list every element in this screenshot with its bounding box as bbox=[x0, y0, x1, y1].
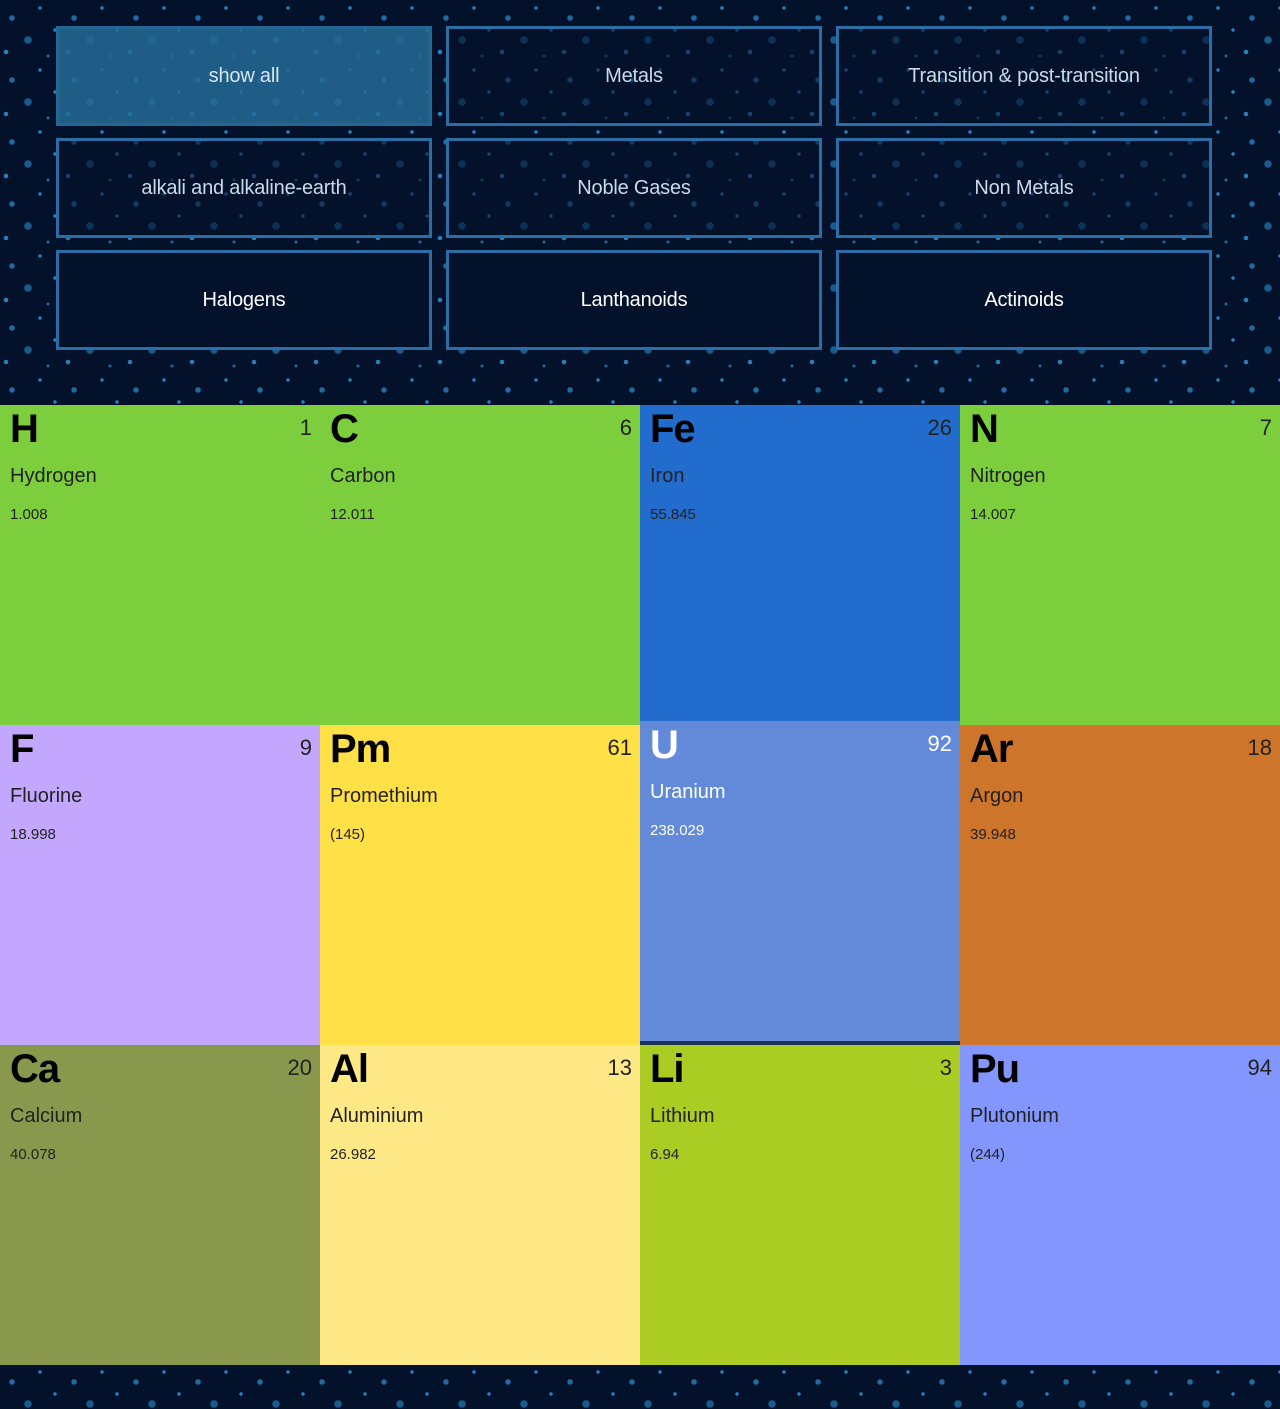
element-tile-iron[interactable]: Fe 26 Iron 55.845 bbox=[640, 405, 960, 725]
element-symbol: Ca bbox=[10, 1047, 60, 1091]
atomic-number: 92 bbox=[927, 731, 952, 756]
atomic-mass: 14.007 bbox=[970, 506, 1016, 523]
filter-actinoids-button[interactable]: Actinoids bbox=[836, 250, 1212, 350]
element-tile-uranium[interactable]: U 92 Uranium 238.029 bbox=[640, 721, 960, 1041]
element-symbol: Ar bbox=[970, 727, 1013, 771]
element-tile-carbon[interactable]: C 6 Carbon 12.011 bbox=[320, 405, 640, 725]
element-symbol: U bbox=[650, 723, 679, 767]
atomic-mass: (244) bbox=[970, 1146, 1006, 1163]
element-name: Uranium bbox=[650, 781, 726, 803]
atomic-mass: 26.982 bbox=[330, 1146, 376, 1163]
atomic-mass: 39.948 bbox=[970, 826, 1016, 843]
filter-metals-button[interactable]: Metals bbox=[446, 26, 822, 126]
atomic-mass: 12.011 bbox=[330, 506, 375, 523]
element-symbol: Fe bbox=[650, 407, 696, 451]
filter-noble-gases-button[interactable]: Noble Gases bbox=[446, 138, 822, 238]
filter-non-metals-button[interactable]: Non Metals bbox=[836, 138, 1212, 238]
atomic-mass: 55.845 bbox=[650, 506, 696, 523]
element-tile-argon[interactable]: Ar 18 Argon 39.948 bbox=[960, 725, 1280, 1045]
element-tile-lithium[interactable]: Li 3 Lithium 6.94 bbox=[640, 1045, 960, 1365]
atomic-number: 9 bbox=[299, 735, 312, 760]
filter-halogens-button[interactable]: Halogens bbox=[56, 250, 432, 350]
filter-alkali-button[interactable]: alkali and alkaline-earth bbox=[56, 138, 432, 238]
element-symbol: F bbox=[10, 727, 34, 771]
element-symbol: H bbox=[10, 407, 39, 451]
atomic-mass: (145) bbox=[330, 826, 366, 843]
atomic-mass: 1.008 bbox=[10, 506, 48, 523]
element-tile-nitrogen[interactable]: N 7 Nitrogen 14.007 bbox=[960, 405, 1280, 725]
filter-show-all-button[interactable]: show all bbox=[56, 26, 432, 126]
element-name: Calcium bbox=[10, 1105, 83, 1127]
element-symbol: C bbox=[330, 407, 359, 451]
atomic-number: 6 bbox=[619, 415, 632, 440]
atomic-number: 13 bbox=[607, 1055, 632, 1080]
element-name: Nitrogen bbox=[970, 465, 1046, 487]
atomic-number: 61 bbox=[607, 735, 632, 760]
atomic-number: 18 bbox=[1247, 735, 1272, 760]
element-name: Argon bbox=[970, 785, 1024, 807]
element-grid: H 1 Hydrogen 1.008 C 6 Carbon 12.011 Fe … bbox=[0, 405, 1280, 1365]
element-name: Lithium bbox=[650, 1105, 715, 1127]
element-tile-calcium[interactable]: Ca 20 Calcium 40.078 bbox=[0, 1045, 320, 1365]
element-symbol: Pu bbox=[970, 1047, 1020, 1091]
element-symbol: Al bbox=[330, 1047, 369, 1091]
atomic-mass: 6.94 bbox=[650, 1146, 680, 1163]
element-tile-promethium[interactable]: Pm 61 Promethium (145) bbox=[320, 725, 640, 1045]
atomic-number: 26 bbox=[927, 415, 952, 440]
atomic-number: 7 bbox=[1259, 415, 1272, 440]
element-tile-aluminium[interactable]: Al 13 Aluminium 26.982 bbox=[320, 1045, 640, 1365]
filter-lanthanoids-button[interactable]: Lanthanoids bbox=[446, 250, 822, 350]
element-name: Iron bbox=[650, 465, 685, 487]
atomic-number: 1 bbox=[299, 415, 312, 440]
atomic-number: 94 bbox=[1247, 1055, 1272, 1080]
element-tile-plutonium[interactable]: Pu 94 Plutonium (244) bbox=[960, 1045, 1280, 1365]
element-tile-hydrogen[interactable]: H 1 Hydrogen 1.008 bbox=[0, 405, 320, 725]
element-symbol: N bbox=[970, 407, 999, 451]
atomic-number: 20 bbox=[287, 1055, 312, 1080]
element-name: Plutonium bbox=[970, 1105, 1059, 1127]
element-name: Carbon bbox=[330, 465, 396, 487]
category-filter-bar: show all Metals Transition & post-transi… bbox=[56, 26, 1212, 350]
filter-transition-button[interactable]: Transition & post-transition bbox=[836, 26, 1212, 126]
element-tile-fluorine[interactable]: F 9 Fluorine 18.998 bbox=[0, 725, 320, 1045]
element-name: Aluminium bbox=[330, 1105, 424, 1127]
atomic-mass: 18.998 bbox=[10, 826, 56, 843]
element-name: Promethium bbox=[330, 785, 438, 807]
element-name: Fluorine bbox=[10, 785, 83, 807]
atomic-number: 3 bbox=[939, 1055, 952, 1080]
element-symbol: Li bbox=[650, 1047, 685, 1091]
element-name: Hydrogen bbox=[10, 465, 97, 487]
element-symbol: Pm bbox=[330, 727, 391, 771]
atomic-mass: 40.078 bbox=[10, 1146, 56, 1163]
atomic-mass: 238.029 bbox=[650, 822, 705, 839]
